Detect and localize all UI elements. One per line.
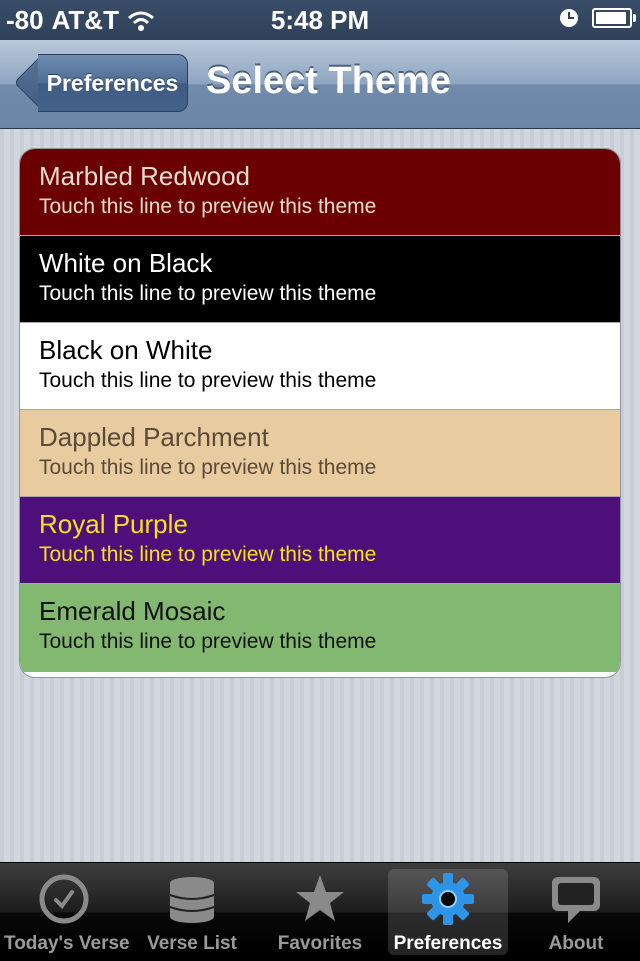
tab-favorites[interactable]: Favorites	[260, 869, 380, 961]
alarm-clock-icon	[560, 9, 578, 27]
theme-row[interactable]: Emerald Mosaic Touch this line to preview…	[20, 584, 620, 672]
navigation-bar: Preferences Select Theme	[0, 40, 640, 129]
status-time: 5:48 PM	[270, 5, 370, 35]
theme-row[interactable]: Dappled Parchment Touch this line to prev…	[20, 410, 620, 497]
tab-label: Preferences	[393, 933, 503, 954]
theme-row[interactable]: Royal Purple Touch this line to preview t…	[20, 497, 620, 584]
theme-hint: Touch this line to preview this theme	[39, 369, 377, 392]
theme-hint: Touch this line to preview this theme	[39, 630, 377, 653]
theme-hint: Touch this line to preview this theme	[39, 456, 377, 479]
back-button[interactable]: Preferences	[10, 53, 188, 112]
theme-hint: Touch this line to preview this theme	[39, 543, 377, 566]
theme-hint: Touch this line to preview this theme	[39, 195, 377, 218]
theme-name: Royal Purple	[39, 509, 188, 539]
theme-name: Marbled Redwood	[39, 161, 251, 191]
tab-preferences[interactable]: Preferences	[388, 869, 508, 955]
theme-row[interactable]: White on Black Touch this line to preview…	[20, 236, 620, 323]
back-button-label: Preferences	[38, 54, 188, 112]
tab-label: About	[548, 933, 604, 954]
database-icon	[162, 869, 222, 929]
theme-list: Marbled Redwood Touch this line to previe…	[19, 148, 621, 678]
tab-today-s-verse[interactable]: Today's Verse	[4, 869, 130, 961]
battery-icon	[592, 8, 636, 28]
gear-icon	[418, 869, 478, 929]
speech-bubble-icon	[546, 869, 606, 929]
tab-label: Favorites	[277, 933, 363, 954]
page-title: Select Theme	[206, 60, 451, 102]
tab-label: Today's Verse	[4, 933, 130, 954]
status-bar: -80 AT&T 5:48 PM	[0, 0, 640, 40]
tab-label: Verse List	[147, 933, 237, 954]
theme-row[interactable]: Black on White Touch this line to preview…	[20, 323, 620, 410]
tab-about[interactable]: About	[516, 869, 636, 961]
star-icon	[290, 869, 350, 929]
theme-name: Black on White	[39, 335, 213, 365]
theme-name: White on Black	[39, 248, 213, 278]
clock-icon	[34, 869, 94, 929]
theme-row[interactable]: Marbled Redwood Touch this line to previe…	[20, 149, 620, 236]
tab-bar: Today's Verse Verse List Favorites Preferen…	[0, 862, 640, 961]
theme-name: Dappled Parchment	[39, 422, 269, 452]
theme-name: Emerald Mosaic	[39, 596, 226, 626]
theme-hint: Touch this line to preview this theme	[39, 282, 377, 305]
tab-verse-list[interactable]: Verse List	[132, 869, 252, 961]
